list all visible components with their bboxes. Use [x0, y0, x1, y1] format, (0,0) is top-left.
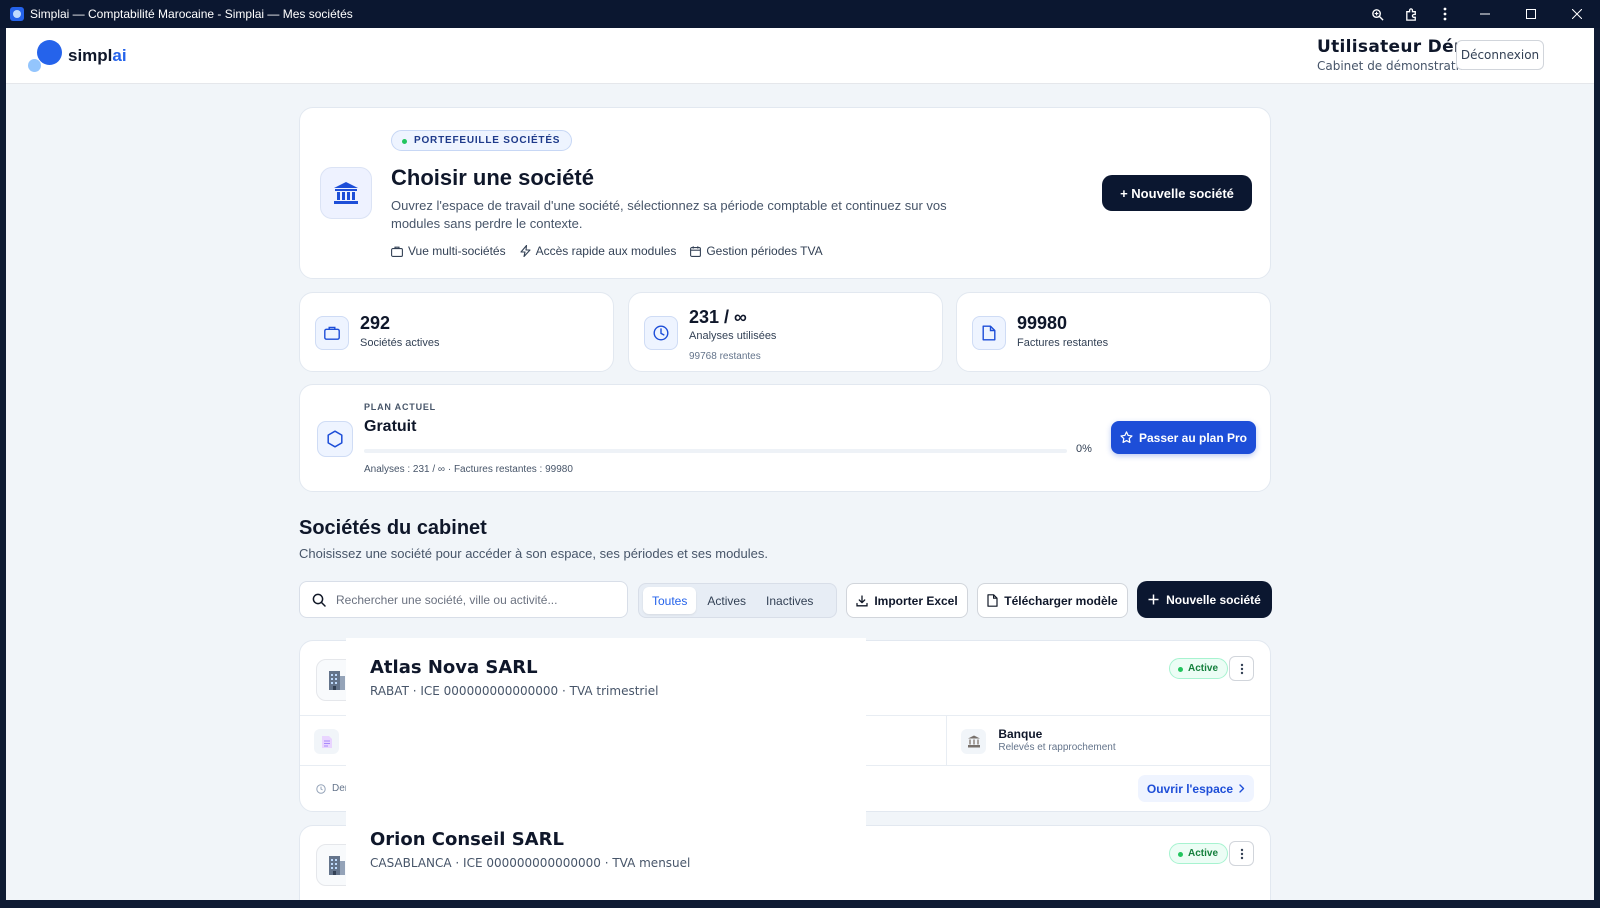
portfolio-badge: PORTEFEUILLE SOCIÉTÉS — [391, 130, 573, 151]
office-building-icon — [316, 844, 358, 886]
plan-eyebrow: PLAN ACTUEL — [364, 402, 436, 412]
window-title: Simplai — Comptabilité Marocaine - Simpl… — [30, 7, 353, 21]
stat-value: 292 — [360, 313, 391, 333]
open-workspace-button[interactable]: Ouvrir l'espace — [1138, 775, 1254, 802]
sales-receipt-icon — [637, 729, 663, 754]
stat-active-companies: 292 Sociétés actives — [299, 292, 614, 372]
window-titlebar: Simplai — Comptabilité Marocaine - Simpl… — [0, 0, 1600, 28]
stat-analyses-used: 231 / ∞ Analyses utilisées 99768 restant… — [628, 292, 943, 372]
company-meta-overlay: RABAT · ICE 000000000000000 · TVA trimes… — [370, 684, 659, 698]
search-input[interactable] — [336, 592, 606, 607]
more-menu-icon[interactable] — [1428, 0, 1462, 28]
close-icon[interactable] — [1554, 0, 1600, 28]
extensions-icon[interactable] — [1394, 0, 1428, 28]
logout-button[interactable]: Déconnexion — [1456, 40, 1544, 70]
document-icon — [987, 594, 998, 607]
office-building-icon — [316, 659, 358, 701]
download-template-button[interactable]: Télécharger modèle — [977, 583, 1128, 618]
stat-value: 231 / ∞ — [689, 307, 747, 327]
feature-quick-access: Accès rapide aux modules — [520, 244, 676, 258]
calendar-icon — [690, 245, 702, 257]
filter-all[interactable]: Toutes — [643, 587, 697, 614]
filter-active[interactable]: Actives — [698, 587, 755, 614]
company-name: Orion Conseil SARL — [370, 829, 564, 850]
search-icon — [312, 593, 326, 607]
module-title: Banque — [998, 727, 1043, 741]
stat-sub: 99768 restantes — [689, 351, 761, 362]
hero-card: PORTEFEUILLE SOCIÉTÉS Choisir une sociét… — [299, 107, 1271, 279]
clock-icon — [316, 783, 326, 794]
module-bank[interactable]: Banque Relevés et rapprochement — [947, 716, 1270, 765]
hero-new-company-button[interactable]: + Nouvelle société — [1102, 175, 1252, 211]
chevron-right-icon — [1239, 784, 1245, 793]
section-subtitle: Choisissez une société pour accéder à so… — [299, 546, 768, 561]
logo[interactable]: simplai — [28, 39, 127, 73]
briefcase-icon — [391, 246, 403, 257]
logo-text: simplai — [68, 46, 127, 65]
clock-icon — [644, 316, 678, 350]
status-badge: Active — [1169, 658, 1229, 679]
status-badge: Active — [1169, 843, 1229, 864]
star-icon — [1120, 431, 1133, 444]
bank-icon — [961, 729, 987, 754]
briefcase-icon — [315, 316, 349, 350]
app-icon — [10, 7, 24, 21]
app-header: simplai Utilisateur Démo Cabinet de démo… — [6, 28, 1594, 84]
purchases-icon — [314, 729, 339, 754]
search-box[interactable] — [299, 581, 628, 618]
lightning-icon — [520, 245, 531, 257]
module-title: Achats — [351, 727, 392, 741]
page-title: Choisir une société — [391, 165, 594, 190]
app-viewport: simplai Utilisateur Démo Cabinet de démo… — [6, 28, 1594, 900]
bank-building-icon — [320, 167, 372, 219]
company-modules: Achats Importer les factures Ventes Fact… — [300, 715, 1270, 766]
company-name-overlay: Atlas Nova SARL — [370, 657, 538, 678]
status-filter-group: Toutes Actives Inactives — [638, 583, 837, 618]
logo-mark-icon — [28, 39, 62, 73]
plan-info: Analyses : 231 / ∞ · Factures restantes … — [364, 464, 573, 475]
plus-icon — [1148, 594, 1159, 605]
hexagon-icon — [317, 421, 353, 457]
company-menu-button[interactable] — [1229, 656, 1254, 681]
section-title: Sociétés du cabinet — [299, 517, 487, 539]
plan-name: Gratuit — [364, 418, 417, 435]
stat-label: Analyses utilisées — [689, 330, 777, 342]
plan-progress-label: 0% — [1076, 443, 1092, 455]
plan-progress-bar — [364, 449, 1067, 453]
document-icon — [972, 316, 1006, 350]
stat-invoices-remaining: 99980 Factures restantes — [956, 292, 1271, 372]
kebab-menu-icon — [1240, 663, 1243, 674]
zoom-icon[interactable] — [1360, 0, 1394, 28]
module-sales[interactable]: Ventes Factures clients — [624, 716, 948, 765]
current-plan-card: PLAN ACTUEL Gratuit 0% Analyses : 231 / … — [299, 384, 1271, 492]
minimize-icon[interactable] — [1462, 0, 1508, 28]
kebab-menu-icon — [1240, 848, 1243, 859]
stat-label: Sociétés actives — [360, 337, 440, 349]
module-subtitle: Factures clients — [674, 742, 745, 753]
module-title: Ventes — [674, 727, 714, 741]
stat-value: 99980 — [1017, 313, 1068, 333]
maximize-icon[interactable] — [1508, 0, 1554, 28]
company-meta: CASABLANCA · ICE 000000000000000 · TVA m… — [370, 856, 691, 870]
hero-features: Vue multi-sociétés Accès rapide aux modu… — [391, 244, 823, 258]
company-menu-button[interactable] — [1229, 841, 1254, 866]
filter-inactive[interactable]: Inactives — [757, 587, 822, 614]
upgrade-pro-button[interactable]: Passer au plan Pro — [1111, 421, 1256, 454]
feature-vat-periods: Gestion périodes TVA — [690, 244, 823, 258]
download-icon — [856, 594, 868, 606]
module-subtitle: Relevés et rapprochement — [998, 742, 1116, 753]
module-subtitle: Importer les factures — [351, 742, 443, 753]
module-purchases[interactable]: Achats Importer les factures — [300, 716, 624, 765]
import-excel-button[interactable]: Importer Excel — [846, 583, 968, 618]
page-description: Ouvrez l'espace de travail d'une société… — [391, 198, 947, 231]
new-company-button[interactable]: Nouvelle société — [1137, 581, 1272, 618]
feature-multi-company: Vue multi-sociétés — [391, 244, 506, 258]
last-activity: Dernière activité : 06/04/2026 — [316, 783, 463, 794]
stat-label: Factures restantes — [1017, 337, 1109, 349]
